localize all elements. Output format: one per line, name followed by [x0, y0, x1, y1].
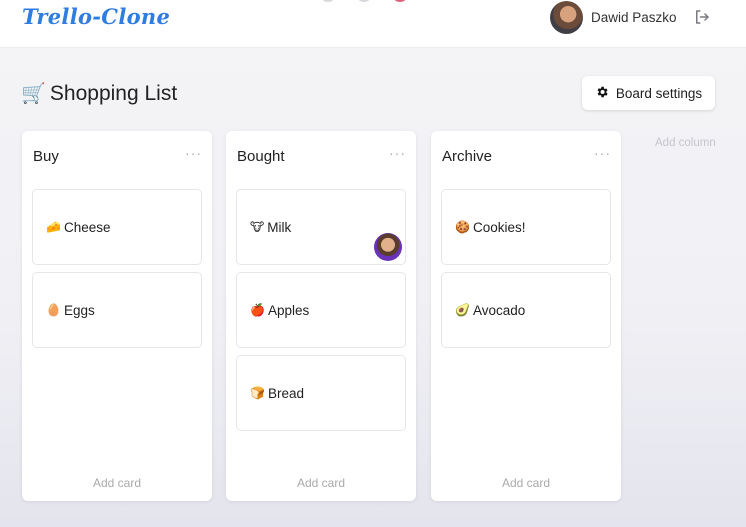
board-header: 🛒 Shopping List	[21, 82, 177, 106]
card-eggs[interactable]: 🥚 Eggs	[32, 272, 202, 348]
indicator-dot	[320, 0, 336, 2]
column-title: Archive	[442, 148, 493, 165]
card-label: Avocado	[472, 302, 526, 318]
logout-icon[interactable]	[693, 8, 711, 26]
card-label: Milk	[267, 219, 292, 235]
top-bar: Trello-Clone Dawid Paszko	[0, 0, 746, 48]
add-card-button[interactable]: Add card	[226, 476, 416, 490]
card-label: Cookies!	[472, 219, 526, 235]
column-menu-icon[interactable]: ···	[389, 145, 406, 161]
board-settings-button[interactable]: Board settings	[582, 76, 715, 110]
add-card-button[interactable]: Add card	[431, 476, 621, 490]
add-card-button[interactable]: Add card	[22, 476, 212, 490]
cookie-icon: 🍪	[455, 220, 470, 234]
card-label: Bread	[267, 385, 304, 401]
card-label: Eggs	[63, 302, 95, 318]
app-logo[interactable]: Trello-Clone	[22, 4, 170, 29]
card-avocado[interactable]: 🥑 Avocado	[441, 272, 611, 348]
card-cookies[interactable]: 🍪 Cookies!	[441, 189, 611, 265]
column-menu-icon[interactable]: ···	[185, 145, 202, 161]
column-archive: Archive ··· 🍪 Cookies! 🥑 Avocado Add car…	[431, 131, 621, 501]
board-settings-label: Board settings	[615, 85, 703, 101]
column-title: Bought	[237, 148, 285, 165]
bread-icon: 🍞	[250, 386, 265, 400]
gear-icon	[595, 85, 609, 102]
card-label: Cheese	[63, 219, 111, 235]
avocado-icon: 🥑	[455, 303, 470, 317]
indicator-dot	[356, 0, 372, 2]
column-menu-icon[interactable]: ···	[594, 145, 611, 161]
shopping-cart-icon: 🛒	[21, 83, 46, 105]
egg-icon: 🥚	[46, 303, 61, 317]
column-title: Buy	[33, 148, 59, 165]
column-bought: Bought ··· 🐮 Milk 🍎 Apples 🍞 Bread Add c…	[226, 131, 416, 501]
card-apples[interactable]: 🍎 Apples	[236, 272, 406, 348]
user-avatar[interactable]	[550, 1, 583, 34]
card-cheese[interactable]: 🧀 Cheese	[32, 189, 202, 265]
card-label: Apples	[267, 302, 310, 318]
card-milk[interactable]: 🐮 Milk	[236, 189, 406, 265]
cow-icon: 🐮	[250, 220, 265, 234]
cheese-icon: 🧀	[46, 220, 61, 234]
page-title: Shopping List	[49, 82, 178, 105]
user-name: Dawid Paszko	[591, 10, 677, 25]
assignee-avatar[interactable]	[374, 233, 402, 261]
add-column-button[interactable]: Add column	[655, 137, 716, 149]
card-bread[interactable]: 🍞 Bread	[236, 355, 406, 431]
indicator-dot	[392, 0, 408, 2]
apple-icon: 🍎	[250, 303, 265, 317]
column-buy: Buy ··· 🧀 Cheese 🥚 Eggs Add card	[22, 131, 212, 501]
